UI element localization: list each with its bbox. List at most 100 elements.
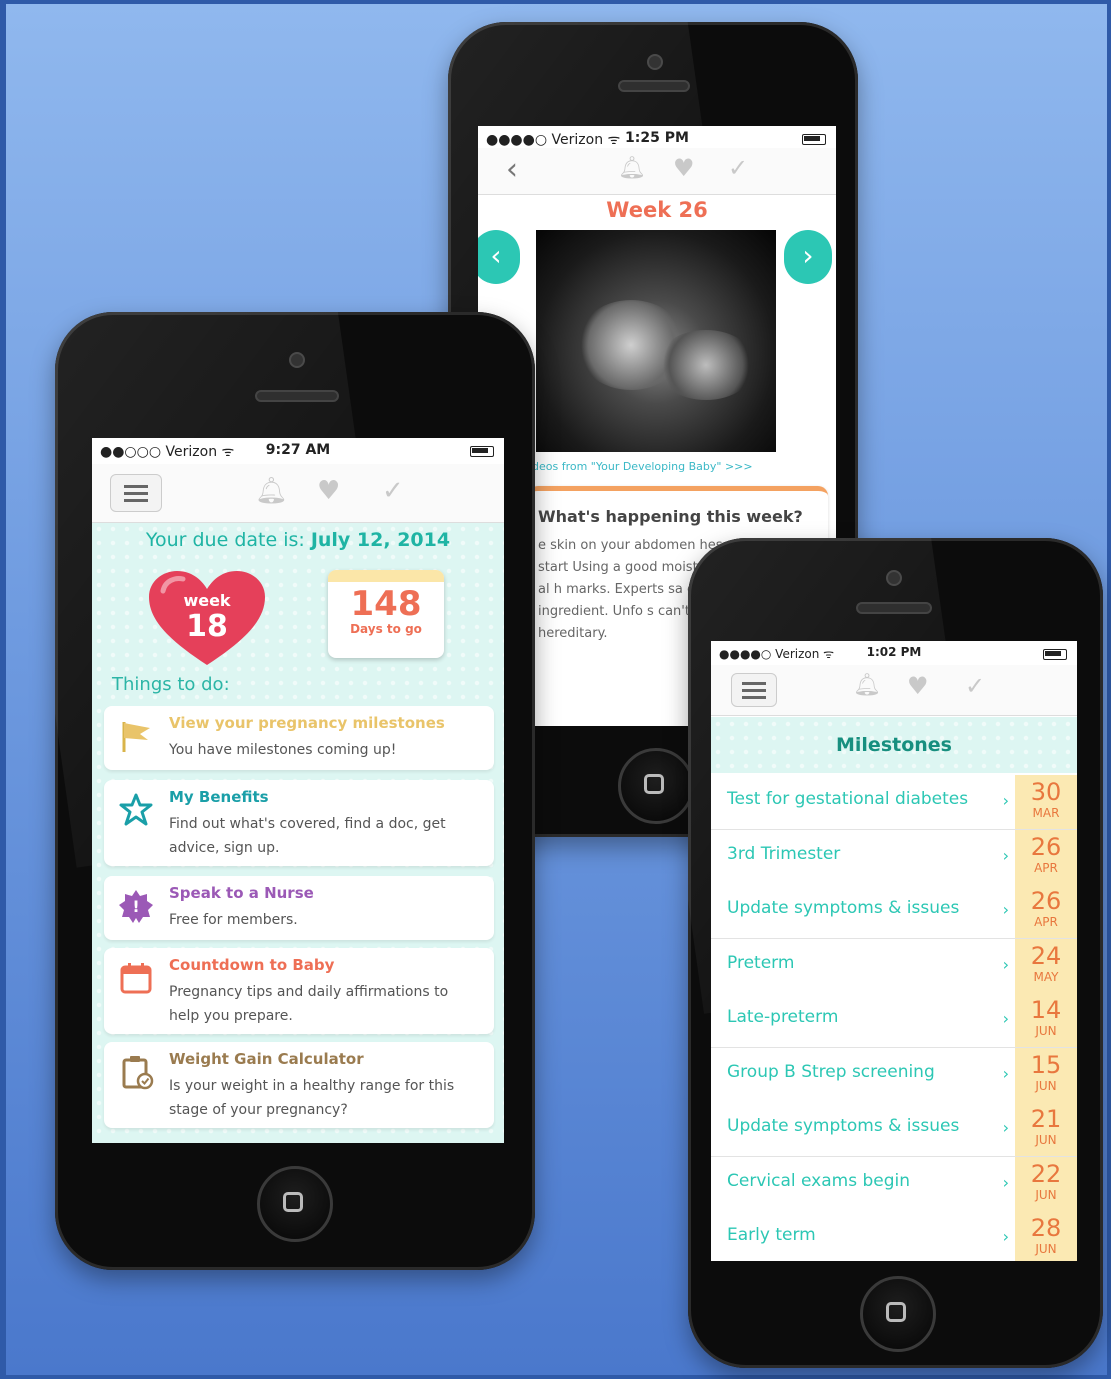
milestone-day: 30 xyxy=(1030,778,1062,806)
card-title: Speak to a Nurse xyxy=(169,884,314,902)
home-button[interactable] xyxy=(860,1276,936,1352)
card-milestones[interactable]: View your pregnancy milestones You have … xyxy=(104,706,494,770)
chevron-right-icon: › xyxy=(1002,1227,1009,1246)
chevron-right-icon: › xyxy=(1002,1063,1009,1083)
milestones-title: Milestones xyxy=(711,717,1077,773)
milestone-row[interactable]: Update symptoms & issues › 26 APR xyxy=(711,884,1077,939)
earpiece xyxy=(255,390,339,402)
days-to-go-card[interactable]: 148 Days to go xyxy=(328,570,444,658)
home-button[interactable] xyxy=(618,748,694,824)
week-title: Week 26 xyxy=(606,198,708,222)
card-desc: Pregnancy tips and daily affirmations to… xyxy=(169,984,449,1024)
ultrasound-image xyxy=(536,230,776,452)
milestone-day: 24 xyxy=(1030,941,1062,970)
milestone-day: 22 xyxy=(1030,1159,1062,1188)
things-heading: Things to do: xyxy=(112,674,230,695)
milestone-month: MAY xyxy=(1033,969,1059,984)
phone-dashboard: ●●○○○ Verizon ᯤ 9:27 AM 🔔︎ ♥ ✓ Your due … xyxy=(55,312,535,1270)
card-benefits[interactable]: My Benefits Find out what's covered, fin… xyxy=(104,780,494,866)
clipboard-icon xyxy=(122,1056,154,1090)
phone-milestones: ●●●●○ Verizon ᯤ 1:02 PM 🔔︎ ♥ ✓ Milestone… xyxy=(688,538,1103,1368)
milestone-month: JUN xyxy=(1035,1242,1057,1256)
check-icon[interactable]: ✓ xyxy=(728,156,748,180)
toolbar: 🔔︎ ♥ ✓ xyxy=(711,665,1077,716)
chevron-right-icon: › xyxy=(1002,791,1009,810)
bell-icon[interactable]: 🔔︎ xyxy=(853,675,881,697)
calendar-icon xyxy=(120,963,152,994)
status-bar: ●●●●○ Verizon ᯤ 1:02 PM xyxy=(711,641,1077,667)
heart-icon[interactable]: ♥ xyxy=(317,478,340,504)
milestone-date: 26 APR xyxy=(1015,884,1077,938)
milestone-row[interactable]: Group B Strep screening › 15 JUN xyxy=(711,1047,1077,1103)
week-heart[interactable]: week 18 xyxy=(147,569,267,669)
due-date-label: Your due date is: xyxy=(145,529,311,551)
milestone-row[interactable]: Early term › 28 JUN xyxy=(711,1211,1077,1261)
happening-title: What's happening this week? xyxy=(538,507,803,526)
milestone-month: JUN xyxy=(1035,1078,1057,1093)
milestone-date: 22 JUN xyxy=(1015,1156,1077,1211)
milestone-month: JUN xyxy=(1035,1024,1057,1038)
card-desc: You have milestones coming up! xyxy=(169,742,397,758)
milestone-month: APR xyxy=(1034,860,1058,875)
milestone-row[interactable]: Late-preterm › 14 JUN xyxy=(711,993,1077,1048)
milestone-row[interactable]: Update symptoms & issues › 21 JUN xyxy=(711,1102,1077,1157)
front-camera xyxy=(647,54,663,70)
milestone-day: 28 xyxy=(1030,1214,1062,1242)
chevron-right-icon: › xyxy=(1002,954,1009,974)
screen: ●●●●○ Verizon ᯤ 1:02 PM 🔔︎ ♥ ✓ Milestone… xyxy=(711,641,1077,1261)
milestone-month: MAR xyxy=(1032,806,1060,820)
front-camera xyxy=(886,570,902,586)
milestone-date: 15 JUN xyxy=(1015,1047,1077,1102)
battery-icon xyxy=(470,446,494,457)
due-date: Your due date is: July 12, 2014 xyxy=(92,529,504,551)
milestone-month: APR xyxy=(1034,915,1058,929)
card-countdown[interactable]: Countdown to Baby Pregnancy tips and dai… xyxy=(104,948,494,1034)
milestone-row[interactable]: Test for gestational diabetes › 30 MAR xyxy=(711,775,1077,830)
battery-icon xyxy=(1043,649,1067,660)
star-icon xyxy=(119,793,153,826)
flag-icon xyxy=(122,722,150,752)
chevron-right-icon: › xyxy=(1002,845,1009,865)
card-nurse[interactable]: ! Speak to a Nurse Free for members. xyxy=(104,876,494,940)
svg-text:!: ! xyxy=(132,897,139,916)
milestone-month: JUN xyxy=(1035,1133,1057,1147)
chevron-right-icon: › xyxy=(1002,1009,1009,1028)
menu-button[interactable] xyxy=(110,474,162,512)
milestone-date: 26 APR xyxy=(1015,829,1077,884)
milestone-row[interactable]: Preterm › 24 MAY xyxy=(711,938,1077,994)
clock: 1:25 PM xyxy=(625,130,689,146)
heart-icon[interactable]: ♥ xyxy=(673,156,695,180)
menu-button[interactable] xyxy=(731,673,777,707)
check-icon[interactable]: ✓ xyxy=(965,674,985,698)
video-link[interactable]: deos from "Your Developing Baby" >>> xyxy=(532,460,753,473)
milestone-day: 15 xyxy=(1030,1050,1062,1079)
battery-icon xyxy=(802,134,826,145)
back-icon[interactable]: ‹ xyxy=(506,152,518,187)
bell-icon[interactable]: 🔔︎ xyxy=(618,158,646,180)
clock: 9:27 AM xyxy=(265,442,331,458)
chevron-right-icon: › xyxy=(1002,1172,1009,1192)
card-desc: Find out what's covered, find a doc, get… xyxy=(169,816,446,856)
card-desc: Is your weight in a healthy range for th… xyxy=(169,1078,455,1118)
card-desc: Free for members. xyxy=(169,912,298,928)
next-week-button[interactable]: › xyxy=(784,230,832,284)
due-date-value: July 12, 2014 xyxy=(310,529,451,551)
prev-week-button[interactable]: ‹ xyxy=(478,230,520,284)
milestone-row[interactable]: 3rd Trimester › 26 APR xyxy=(711,829,1077,885)
chevron-right-icon: › xyxy=(1002,1118,1009,1137)
milestone-date: 28 JUN xyxy=(1015,1211,1077,1261)
week-label: week xyxy=(183,591,231,610)
milestone-day: 14 xyxy=(1030,996,1062,1024)
milestone-row[interactable]: Cervical exams begin › 22 JUN xyxy=(711,1156,1077,1212)
screen: ●●○○○ Verizon ᯤ 9:27 AM 🔔︎ ♥ ✓ Your due … xyxy=(92,438,504,1143)
card-title: Weight Gain Calculator xyxy=(169,1050,364,1068)
home-button[interactable] xyxy=(257,1166,333,1242)
week-number: 18 xyxy=(186,609,228,644)
check-icon[interactable]: ✓ xyxy=(382,478,404,504)
bell-icon[interactable]: 🔔︎ xyxy=(255,478,288,504)
chevron-right-icon: › xyxy=(1002,900,1009,919)
card-weight[interactable]: Weight Gain Calculator Is your weight in… xyxy=(104,1042,494,1128)
milestone-date: 14 JUN xyxy=(1015,993,1077,1047)
heart-icon[interactable]: ♥ xyxy=(907,674,929,698)
card-title: View your pregnancy milestones xyxy=(169,714,445,732)
